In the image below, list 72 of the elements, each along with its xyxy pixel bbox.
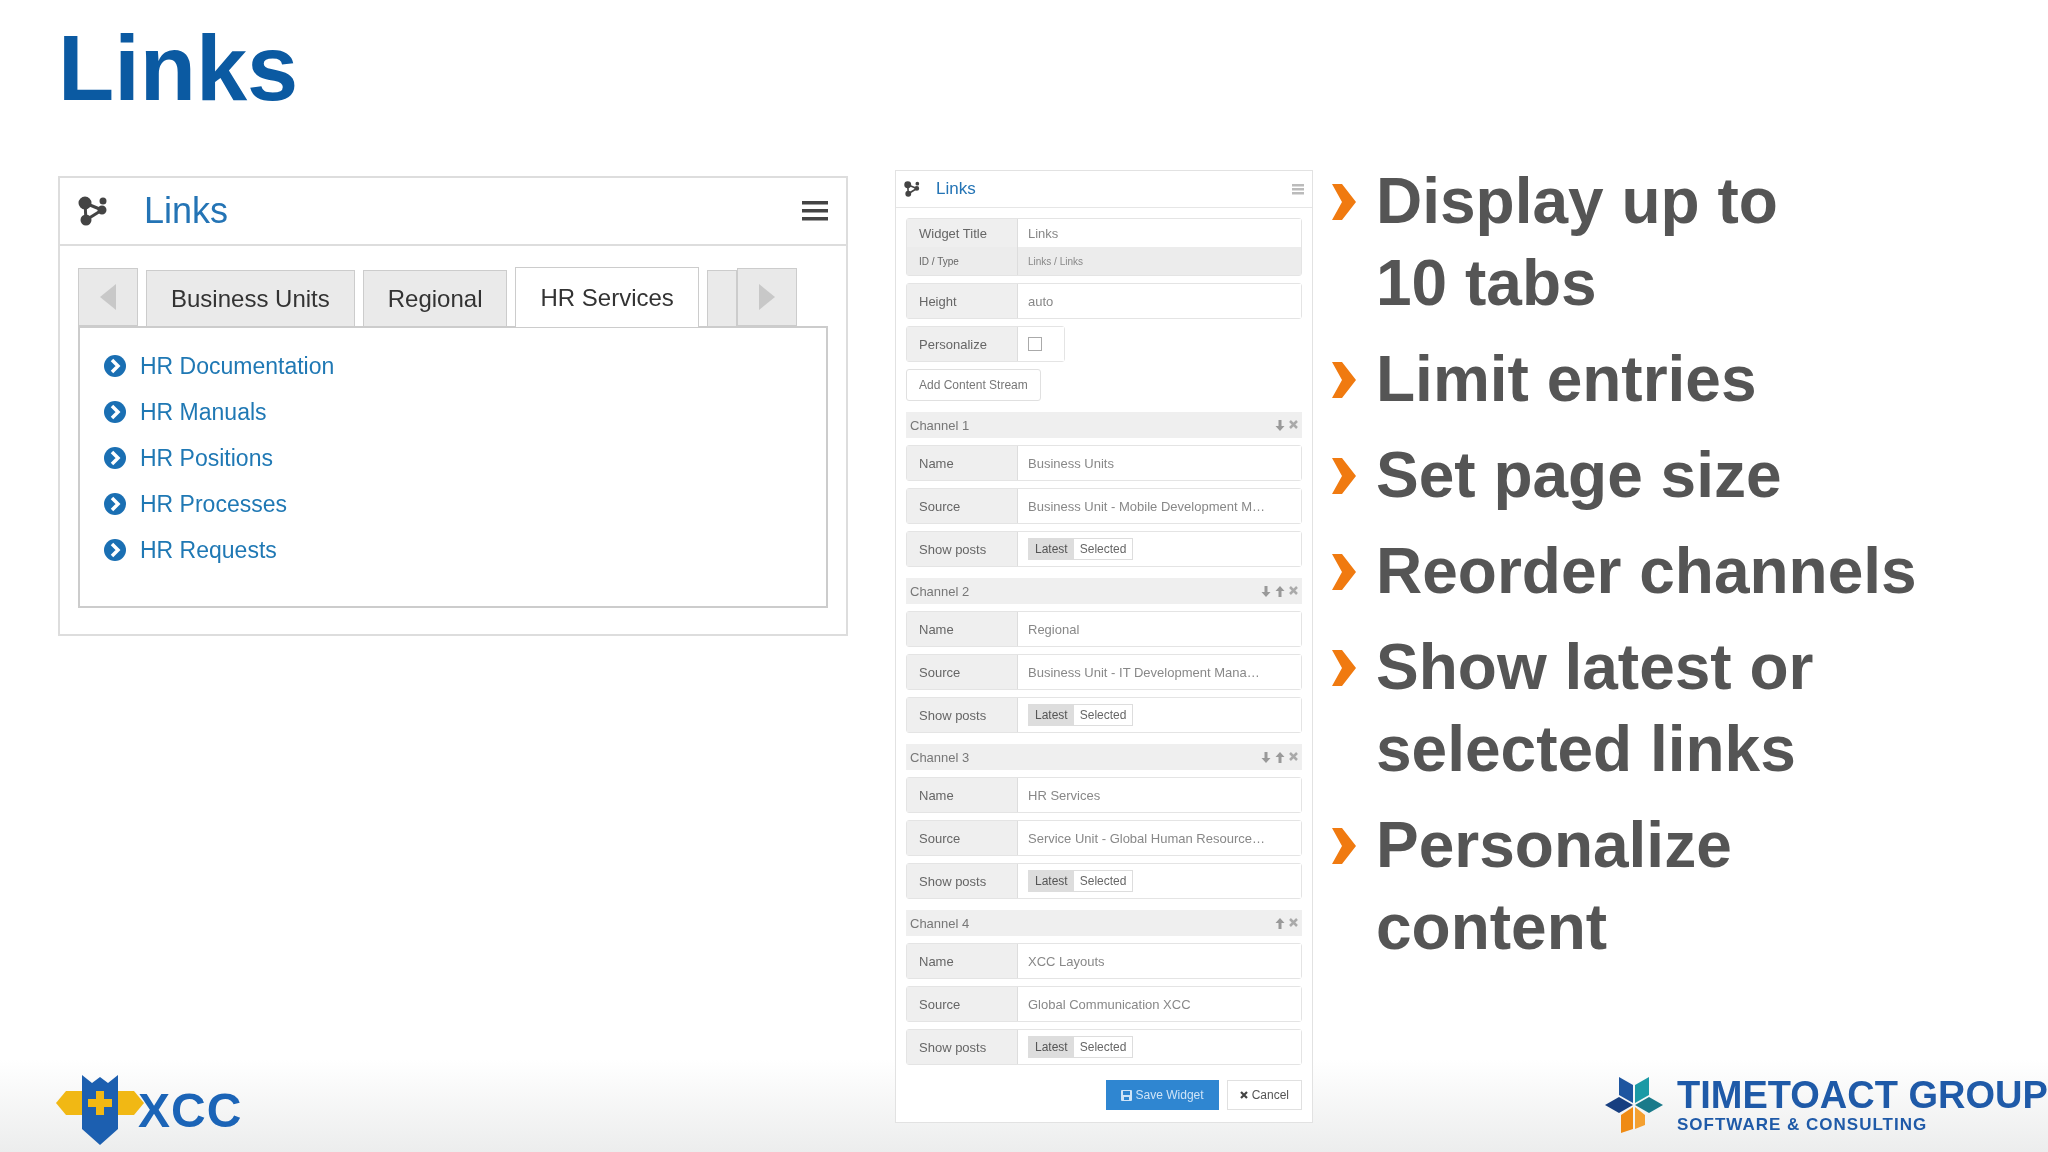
caret-left-icon [100, 284, 116, 310]
chevron-icon [1332, 554, 1356, 590]
bullet-text: Limit entries [1376, 342, 1757, 417]
chevron-circle-icon [104, 493, 126, 515]
toggle-option[interactable]: Latest [1029, 705, 1074, 725]
toggle-option[interactable]: Latest [1029, 1037, 1074, 1057]
menu-icon[interactable] [802, 200, 828, 222]
link[interactable]: HR Manuals [104, 396, 802, 428]
chevron-circle-icon [104, 539, 126, 561]
bullet-text: Display up to 10 tabs [1376, 164, 1778, 321]
link[interactable]: HR Requests [104, 534, 802, 566]
add-content-stream-button[interactable]: Add Content Stream [906, 369, 1041, 401]
slide-title: Links [58, 18, 299, 120]
network-icon [78, 196, 108, 226]
link[interactable]: HR Documentation [104, 350, 802, 382]
arrow-down-icon[interactable] [1275, 419, 1285, 431]
checkbox[interactable] [1028, 337, 1042, 351]
cancel-button[interactable]: Cancel [1226, 1080, 1302, 1110]
chevron-icon [1332, 828, 1356, 864]
arrow-up-icon[interactable] [1275, 917, 1285, 929]
field-label: Show posts [907, 864, 1018, 898]
arrow-up-icon[interactable] [1275, 751, 1285, 763]
save-button[interactable]: Save Widget [1105, 1080, 1219, 1110]
chevron-icon [1332, 458, 1356, 494]
channel-header: Channel 3 [906, 744, 1302, 770]
panel-title: Links [936, 179, 977, 199]
bullet-text: Set page size [1376, 438, 1782, 513]
logo-text: XCC [138, 1082, 243, 1138]
caret-right-icon [758, 284, 775, 310]
channel-header: Channel 4 [906, 910, 1302, 936]
chevron-circle-icon [104, 447, 126, 469]
tab[interactable]: HR Services [515, 267, 699, 327]
field-value: Links / Links [1018, 247, 1301, 275]
chevron-circle-icon [104, 355, 126, 377]
widget-title: Links [144, 190, 230, 232]
field-label: Personalize [907, 327, 1018, 361]
toggle-option[interactable]: Latest [1029, 539, 1074, 559]
close-icon[interactable] [1289, 751, 1298, 761]
logo-text: TIMETOACT GROUP [1677, 1075, 2048, 1115]
network-icon [904, 181, 920, 197]
save-icon [1120, 1089, 1132, 1101]
chevron-icon [1332, 184, 1356, 220]
field-label: Widget Title [907, 219, 1018, 247]
scroll-right-button[interactable] [736, 268, 797, 326]
arrow-down-icon[interactable] [1261, 751, 1271, 763]
field-label: Show posts [907, 698, 1018, 732]
close-icon[interactable] [1289, 917, 1298, 927]
close-icon[interactable] [1289, 419, 1298, 429]
star-logo-icon [1605, 1077, 1663, 1133]
chevron-circle-icon [104, 401, 126, 423]
channel-header: Channel 2 [906, 578, 1302, 604]
tab[interactable] [706, 270, 737, 326]
link[interactable]: HR Positions [104, 442, 802, 474]
field-label: Show posts [907, 1030, 1018, 1064]
close-icon[interactable] [1289, 585, 1298, 595]
tab[interactable]: Regional [362, 270, 508, 326]
scroll-left-button[interactable] [78, 268, 138, 326]
tab[interactable]: Business Units [146, 270, 355, 326]
bullet-text: Reorder channels [1376, 534, 1917, 609]
logo-tagline: SOFTWARE & CONSULTING [1677, 1115, 1929, 1135]
bullet-text: Personalize content [1376, 808, 1732, 965]
arrow-up-icon[interactable] [1275, 585, 1285, 597]
chevron-icon [1332, 362, 1356, 398]
chevron-icon [1332, 650, 1356, 686]
link[interactable]: HR Processes [104, 488, 802, 520]
toggle-option[interactable]: Latest [1029, 871, 1074, 891]
bullet-text: Show latest or selected links [1376, 630, 1814, 787]
close-icon [1239, 1091, 1248, 1099]
field-label: Show posts [907, 532, 1018, 566]
field-label: ID / Type [907, 247, 1018, 275]
channel-header: Channel 1 [906, 412, 1302, 438]
arrow-down-icon[interactable] [1261, 585, 1271, 597]
